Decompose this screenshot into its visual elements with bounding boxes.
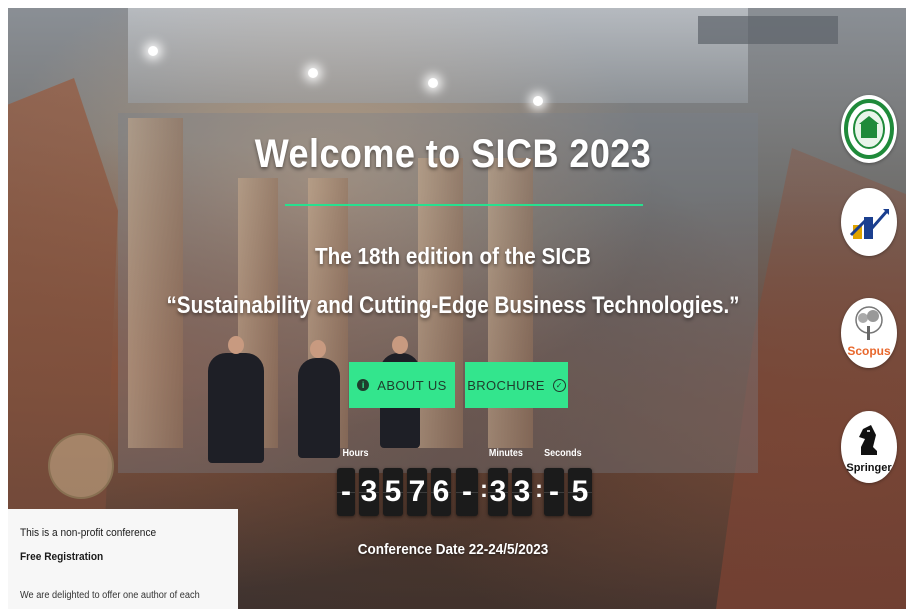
countdown-minutes-label: Minutes	[488, 448, 523, 459]
brochure-label: BROCHURE	[467, 377, 545, 393]
ceiling-light	[308, 68, 318, 78]
notice-box: This is a non-profit conference Free Reg…	[8, 509, 238, 609]
countdown-digit: -	[337, 468, 355, 516]
speaker-head	[228, 336, 244, 354]
countdown-digit: 5	[383, 468, 403, 516]
countdown-seconds-label: Seconds	[544, 448, 582, 459]
university-seal-watermark	[48, 433, 114, 499]
countdown-separator: :	[535, 476, 543, 503]
knight-chess-piece-icon	[859, 425, 877, 455]
countdown-digit: 6	[431, 468, 451, 516]
springer-wordmark: Springer	[846, 462, 892, 474]
notice-free-registration: Free Registration	[20, 551, 104, 563]
countdown-digit: 3	[512, 468, 532, 516]
notice-offer-text: We are delighted to offer one author of …	[20, 590, 200, 601]
about-us-label: ABOUT US	[377, 377, 447, 393]
ceiling-light	[533, 96, 543, 106]
notice-nonprofit: This is a non-profit conference	[20, 527, 157, 539]
countdown-digit: -	[544, 468, 564, 516]
springer-logo[interactable]: Springer	[841, 411, 897, 483]
countdown-digit: 3	[488, 468, 508, 516]
conference-theme: “Sustainability and Cutting-Edge Busines…	[166, 292, 740, 319]
countdown-separator: :	[480, 476, 488, 503]
about-us-button[interactable]: i ABOUT US	[349, 362, 455, 408]
info-icon: i	[357, 379, 370, 391]
countdown-hours-label: Hours	[342, 448, 369, 459]
ceiling-light	[428, 78, 438, 88]
ceiling-light	[148, 46, 158, 56]
speaker-head	[392, 336, 408, 354]
university-emblem-icon	[844, 99, 894, 159]
edition-subtitle: The 18th edition of the SICB	[314, 243, 591, 269]
countdown-digit: 3	[359, 468, 379, 516]
scopus-logo[interactable]: Scopus	[841, 298, 897, 368]
university-logo[interactable]	[841, 95, 897, 163]
speaker-person	[298, 358, 340, 458]
page-title: Welcome to SICB 2023	[254, 132, 652, 176]
ceiling-vent	[698, 16, 838, 44]
speaker-head	[310, 340, 326, 358]
brochure-button[interactable]: BROCHURE ✓	[465, 362, 568, 408]
check-circle-icon: ✓	[552, 378, 566, 392]
speaker-person	[208, 353, 264, 463]
countdown-digit: 7	[407, 468, 427, 516]
ceiling	[128, 8, 748, 103]
faculty-growth-chart-icon	[849, 209, 889, 239]
countdown-digit: -	[456, 468, 478, 516]
faculty-of-business-logo[interactable]	[841, 188, 897, 256]
scopus-wordmark: Scopus	[847, 344, 891, 358]
tree-icon	[855, 306, 883, 340]
countdown-digit: 5	[568, 468, 592, 516]
title-divider	[285, 204, 643, 206]
page: Welcome to SICB 2023 The 18th edition of…	[0, 0, 906, 609]
